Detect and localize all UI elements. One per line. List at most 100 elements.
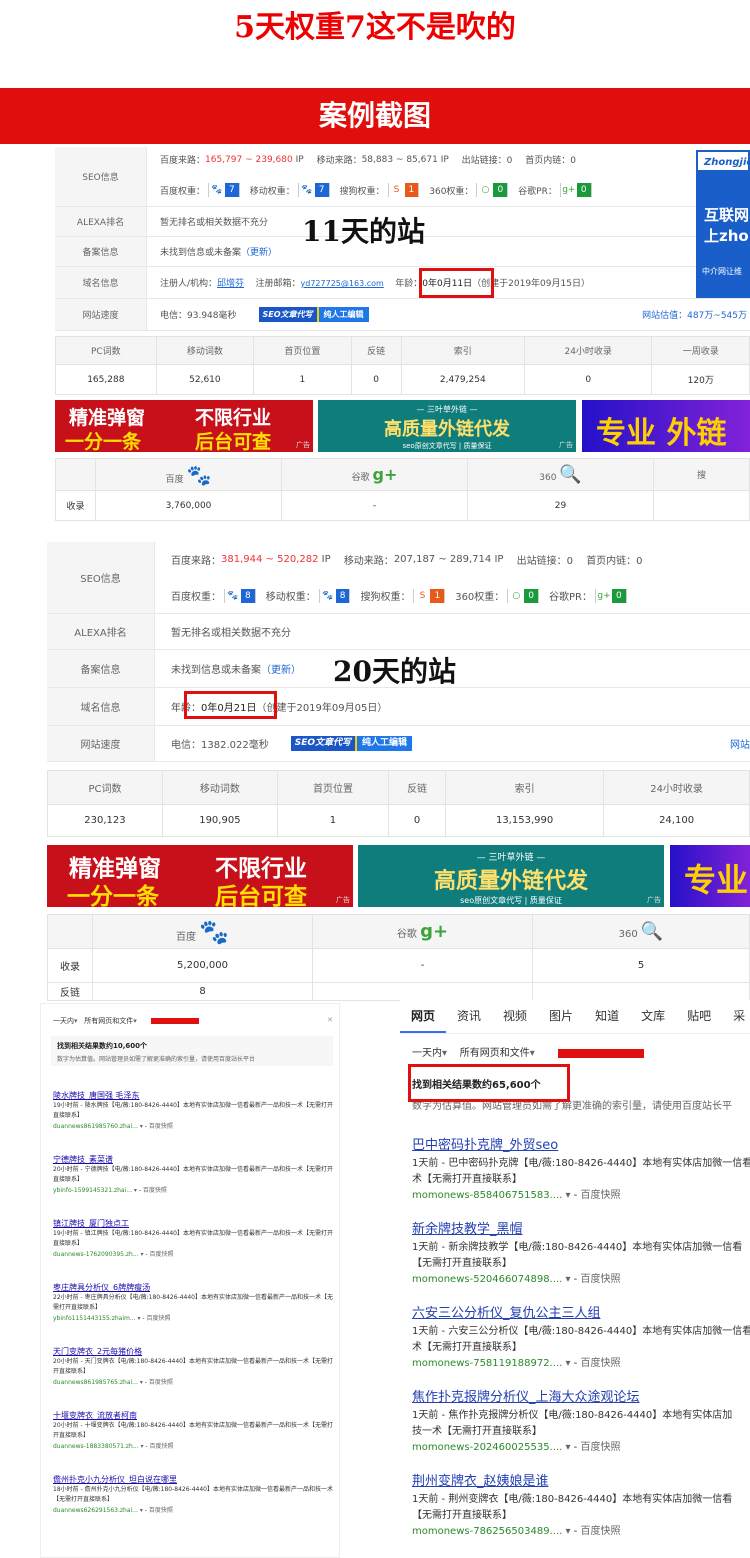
result-url[interactable]: momonews-858406751583.... — [412, 1190, 562, 1201]
time-filter[interactable]: 一天内 — [53, 1017, 74, 1025]
sogou-weight-badge[interactable]: S1 — [413, 588, 446, 603]
result-url[interactable]: momonews-202460025535.... — [412, 1442, 562, 1453]
result-url[interactable]: ybinfo1151443155.zhaim... — [53, 1315, 136, 1322]
valuation-link[interactable]: 网站估值：487万~545万 — [642, 308, 747, 321]
result-snippet: 【无需打开直接联系】 — [412, 1258, 512, 1269]
popup-ad-banner[interactable]: 精准弹窗 一分一条 不限行业 后台可查 广告 — [47, 845, 353, 907]
mobile-weight-badge[interactable]: 🐾 8 — [318, 588, 351, 603]
beian-update-link[interactable]: （更新） — [241, 248, 277, 258]
google-plus-icon: g+ — [372, 465, 398, 484]
mobile-weight-label: 移动权重： — [265, 592, 316, 603]
w360-badge[interactable]: ○ 0 — [476, 183, 509, 197]
cache-link[interactable]: 百度快照 — [580, 1358, 620, 1369]
result-title-link[interactable]: 镇江牌技_厦门独点工 — [53, 1218, 338, 1229]
result-url[interactable]: duannews861985760.zhai... — [53, 1123, 138, 1130]
baidu-weight-badge[interactable]: 🐾 8 — [224, 588, 256, 603]
result-title-link[interactable]: 儋州扑克小九分析仪_坦白说在哪里 — [53, 1474, 338, 1485]
type-filter[interactable]: 所有网页和文件 — [84, 1017, 133, 1025]
ad-text: seo原创文章代写 | 质量保证 — [402, 442, 492, 450]
paw-icon: 🐾 — [225, 588, 241, 603]
sogou-weight-badge[interactable]: S1 — [387, 183, 420, 197]
site2-stats-table: PC词数 移动词数 首页位置 反链 索引 24小时收录 230,123 190,… — [47, 770, 750, 837]
engine-google: 谷歌 — [396, 929, 417, 940]
alexa-row: ALEXA排名 暂无排名或相关数据不充分 — [47, 614, 750, 650]
result-url[interactable]: ybinfo-1599145321.zhai... — [53, 1187, 132, 1194]
type-filter[interactable]: 所有网页和文件 — [460, 1048, 530, 1059]
tab-item[interactable]: 资讯 — [446, 1000, 492, 1033]
baidu-weight-badge[interactable]: 🐾 7 — [208, 183, 240, 197]
cache-link[interactable]: 百度快照 — [580, 1190, 620, 1201]
side-ad-line2: 上zho — [704, 227, 749, 245]
result-url[interactable]: momonews-758119188972.... — [412, 1358, 562, 1369]
result-title-link[interactable]: 六安三公分析仪_复仇公主三人组 — [412, 1304, 750, 1324]
result-url[interactable]: momonews-520466074898.... — [412, 1274, 562, 1285]
filter-bar: 一天内▾ 所有网页和文件▾ — [412, 1044, 644, 1059]
result-title-link[interactable]: 宁德牌技_素菜谱 — [53, 1154, 338, 1165]
paw-icon: 🐾 — [319, 588, 336, 603]
cache-link[interactable]: 百度快照 — [149, 1379, 173, 1386]
result-title-link[interactable]: 荆州变牌衣_赵姨娘是谁 — [412, 1472, 750, 1492]
pr-badge[interactable]: g+ 0 — [559, 183, 592, 197]
pro-backlink-ad-banner[interactable]: 专业 外链 — [582, 400, 750, 452]
time-filter[interactable]: 一天内 — [412, 1048, 442, 1059]
result-snippet: 1天前 - 巴中密码扑克牌【电/薇:180-8426-4440】本地有实体店加微… — [412, 1158, 750, 1169]
ad-text: 专业 — [684, 861, 749, 899]
alexa-label: ALEXA排名 — [47, 614, 155, 649]
result-url[interactable]: duannews626291563.zhai... — [53, 1507, 138, 1514]
result-url[interactable]: duannews861985765.zhai... — [53, 1379, 138, 1386]
index-cell: - — [312, 948, 533, 983]
cache-link[interactable]: 百度快照 — [143, 1187, 167, 1194]
result-title-link[interactable]: 十堰变牌衣_流放者柯南 — [53, 1410, 338, 1421]
w360-badge[interactable]: ○ 0 — [507, 588, 540, 603]
cache-link[interactable]: 百度快照 — [580, 1274, 620, 1285]
registrant-name[interactable]: 邱增芬 — [217, 279, 244, 289]
ip-unit: IP — [321, 554, 331, 565]
valuation-link[interactable]: 网站 — [730, 736, 750, 751]
tab-item[interactable]: 知道 — [584, 1000, 630, 1033]
360-icon: ○ — [508, 588, 525, 603]
cache-link[interactable]: 百度快照 — [149, 1507, 173, 1514]
email-link[interactable]: yd727725@163.com — [301, 279, 384, 288]
cache-link[interactable]: 百度快照 — [580, 1526, 620, 1537]
tab-item[interactable]: 图片 — [538, 1000, 584, 1033]
cache-link[interactable]: 百度快照 — [149, 1123, 173, 1130]
chevron-down-icon: ▾ — [133, 1017, 137, 1025]
seo-writing-tag[interactable]: SEO文章代写 纯人工编辑 — [258, 307, 369, 322]
cache-link[interactable]: 百度快照 — [149, 1251, 173, 1258]
cache-link[interactable]: 百度快照 — [580, 1442, 620, 1453]
tab-item[interactable]: 贴吧 — [676, 1000, 722, 1033]
tab-item[interactable]: 采 — [722, 1000, 750, 1033]
result-title-link[interactable]: 焦作扑克报牌分析仪_上海大众途观论坛 — [412, 1388, 750, 1408]
tab-web[interactable]: 网页 — [400, 1000, 447, 1033]
pr-badge[interactable]: g+ 0 — [595, 588, 627, 603]
home-inlinks: 首页内链：0 — [525, 156, 577, 166]
result-title-link[interactable]: 新余牌技教学_黑帽 — [412, 1220, 750, 1240]
backlink-ad-banner[interactable]: — 三叶草外链 — 高质量外链代发 seo原创文章代写 | 质量保证 广告 — [318, 400, 576, 452]
tab-item[interactable]: 文库 — [630, 1000, 676, 1033]
result-url[interactable]: momonews-786256503489.... — [412, 1526, 562, 1537]
beian-update-link[interactable]: （更新） — [261, 665, 301, 676]
result-title-link[interactable]: 陵水牌技_唐国强 毛泽东 — [53, 1090, 338, 1101]
chevron-down-icon: ▾ — [565, 1358, 571, 1369]
search-result: 陵水牌技_唐国强 毛泽东 19小时前 - 陵水牌技【电/薇:180-8426-44… — [53, 1090, 338, 1154]
result-title-link[interactable]: 枣庄牌具分析仪_6牌牌瘦汤 — [53, 1282, 338, 1293]
backlink-ad-banner[interactable]: — 三叶草外链 — 高质量外链代发 seo原创文章代写 | 质量保证 广告 — [358, 845, 664, 907]
search-tabs: 网页 资讯 视频 图片 知道 文库 贴吧采 — [400, 1000, 750, 1034]
seo-writing-tag[interactable]: SEO文章代写 纯人工编辑 — [290, 736, 413, 751]
popup-ad-banner[interactable]: 精准弹窗 一分一条 不限行业 后台可查 广告 — [55, 400, 313, 452]
cache-link[interactable]: 百度快照 — [146, 1315, 170, 1322]
result-snippet: 术【无需打开直接联系】 — [412, 1342, 522, 1353]
result-url[interactable]: duannews-1762090395.zh... — [53, 1251, 139, 1258]
chevron-down-icon: ▾ — [139, 1123, 143, 1130]
mobile-weight-badge[interactable]: 🐾 7 — [297, 183, 330, 197]
result-title-link[interactable]: 巴中密码扑克牌_外贸seo — [412, 1136, 750, 1156]
close-icon[interactable]: ✕ — [327, 1016, 333, 1024]
result-url[interactable]: duannews-1883380571.zh... — [53, 1443, 139, 1450]
side-ad[interactable]: Zhongjie 互联网 上zho 中介网让维 — [696, 150, 750, 298]
tab-item[interactable]: 视频 — [492, 1000, 538, 1033]
cache-link[interactable]: 百度快照 — [149, 1443, 173, 1450]
col-header: 索引 — [400, 336, 525, 365]
ad-text: 精准弹窗 — [69, 407, 146, 429]
pro-backlink-ad-banner[interactable]: 专业 — [670, 845, 750, 907]
result-title-link[interactable]: 天门变牌衣_2元每猪价格 — [53, 1346, 338, 1357]
